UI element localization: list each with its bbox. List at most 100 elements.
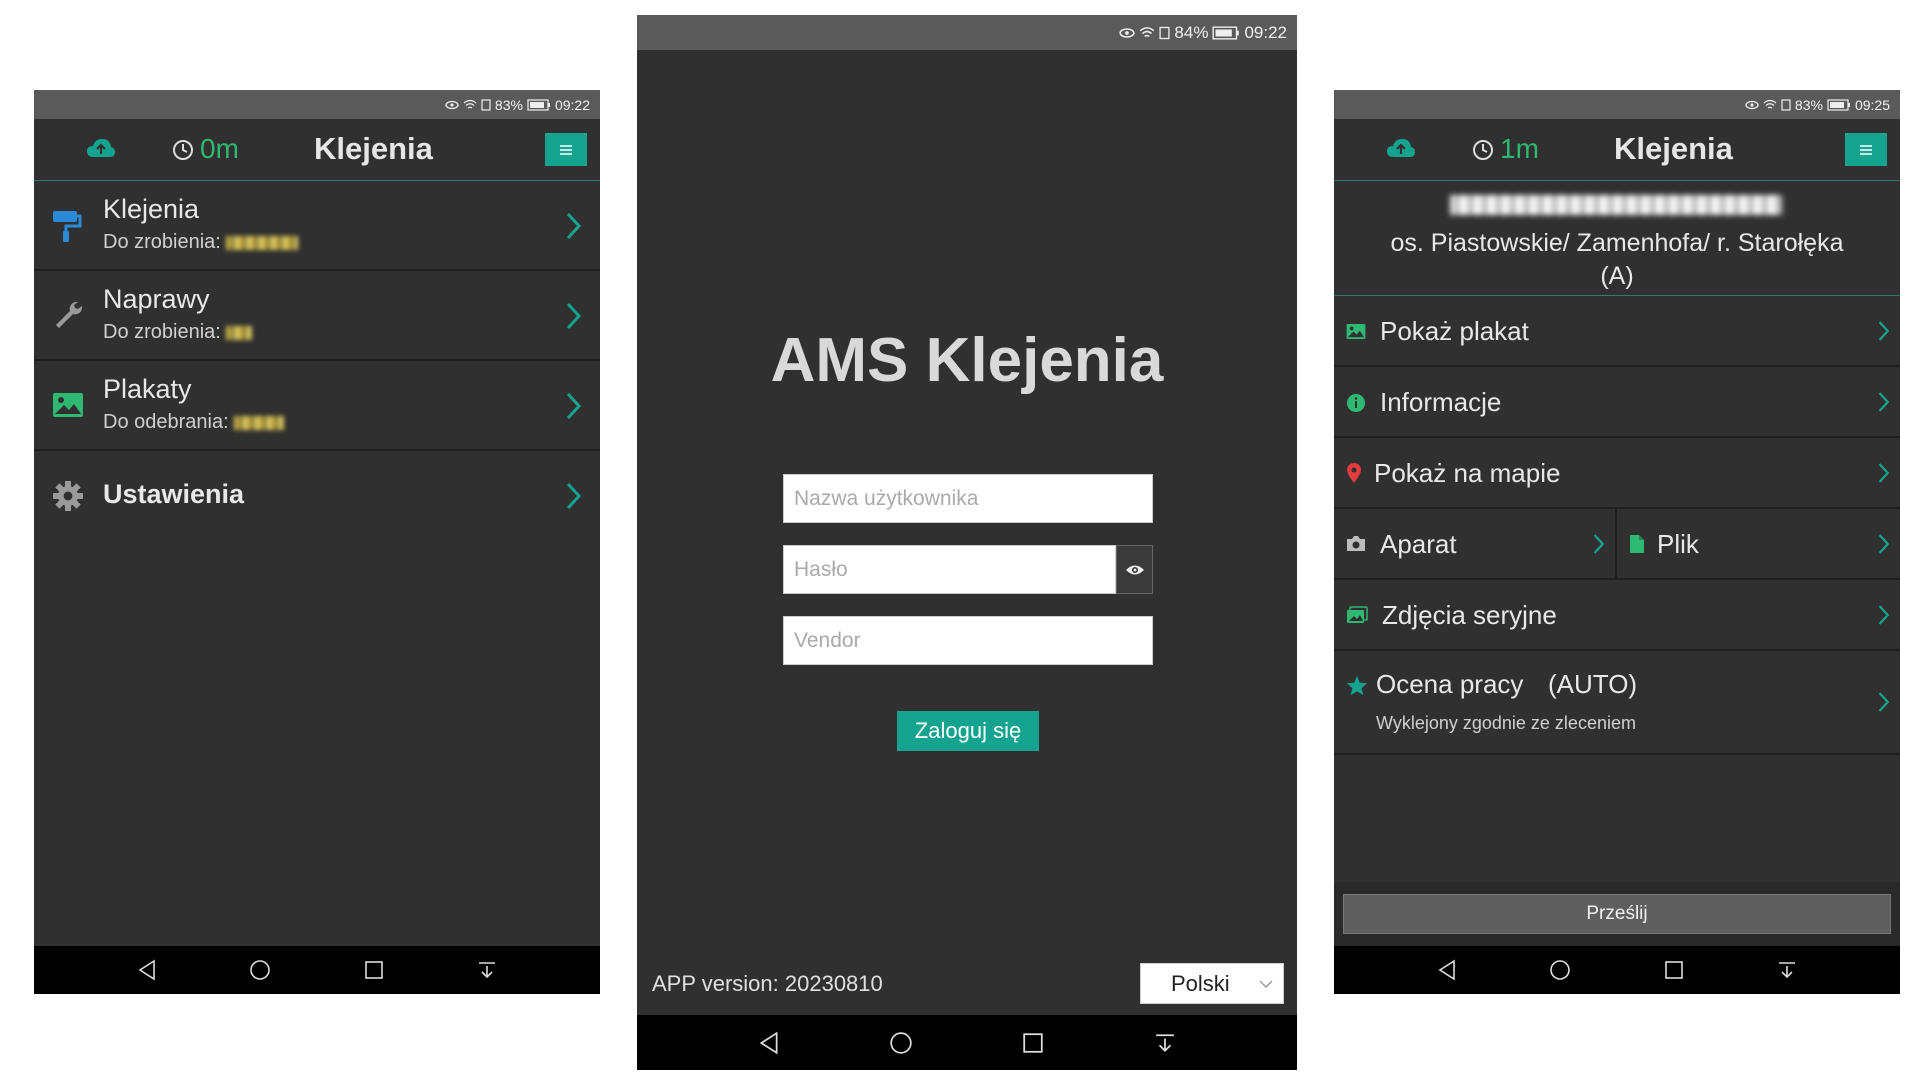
app-title: Klejenia [314, 131, 433, 166]
eye-icon [1745, 99, 1759, 111]
menu-row-sub: Do odebrania: [103, 411, 285, 434]
home-nav-icon[interactable] [240, 950, 280, 990]
notification-pull-icon[interactable] [467, 950, 507, 990]
sub-label: Do zrobienia: [103, 231, 221, 253]
back-nav-icon[interactable] [749, 1023, 789, 1063]
menu-row-ustawienia[interactable]: Ustawienia [34, 451, 600, 541]
system-nav-bar [637, 1015, 1297, 1070]
redacted-location-name [1450, 195, 1782, 215]
recents-nav-icon[interactable] [1654, 950, 1694, 990]
row-show-on-map[interactable]: Pokaż na mapie [1334, 438, 1900, 509]
location-address: os. Piastowskie/ Zamenhofa/ r. Starołęka [1390, 229, 1844, 257]
row-show-poster[interactable]: Pokaż plakat [1334, 296, 1900, 367]
battery-percent: 83% [494, 96, 523, 113]
clock-icon [1472, 139, 1494, 166]
redacted-count [234, 415, 285, 430]
back-nav-icon[interactable] [1427, 950, 1467, 990]
menu-icon [1860, 144, 1872, 155]
chevron-right-icon [1593, 533, 1605, 560]
rating-label: Ocena pracy [1376, 669, 1524, 699]
timer-value: 0m [200, 133, 239, 164]
rating-mode: (AUTO) [1548, 669, 1638, 699]
left-phone: 83% 09:22 0m Klejenia Klejenia Do zrobie… [34, 90, 600, 994]
password-field[interactable]: Hasło [783, 545, 1116, 594]
sim-icon [481, 98, 491, 111]
submit-button[interactable]: Prześlij [1343, 894, 1891, 934]
chevron-right-icon [1878, 320, 1890, 347]
file-icon [1629, 534, 1645, 559]
hamburger-menu-button[interactable] [1845, 133, 1887, 166]
recents-nav-icon[interactable] [1013, 1023, 1053, 1063]
cloud-upload-icon[interactable] [1386, 137, 1416, 166]
clock-icon [172, 139, 194, 166]
timer-value: 1m [1500, 133, 1539, 164]
redacted-text [1450, 195, 1782, 215]
info-icon [1346, 393, 1366, 418]
chevron-right-icon [566, 302, 582, 335]
notification-pull-icon[interactable] [1145, 1023, 1185, 1063]
login-title: AMS Klejenia [770, 326, 1164, 395]
middle-phone: 84% 09:22 AMS Klejenia Nazwa użytkownika… [637, 15, 1297, 1070]
eye-icon [1125, 565, 1144, 574]
location-header: os. Piastowskie/ Zamenhofa/ r. Starołęka… [1334, 181, 1900, 296]
language-select[interactable]: Polski [1140, 963, 1284, 1004]
cloud-upload-icon[interactable] [86, 137, 116, 166]
redacted-count [226, 325, 253, 340]
status-bar: 83% 09:22 [34, 90, 600, 119]
row-camera-file: Aparat Plik [1334, 509, 1900, 580]
sim-icon [1781, 98, 1791, 111]
menu-row-sub: Do zrobienia: [103, 321, 253, 344]
menu-row-sub: Do zrobienia: [103, 231, 299, 254]
battery-icon [1827, 98, 1851, 111]
eye-icon [445, 99, 459, 111]
chevron-right-icon [1878, 604, 1890, 631]
status-time: 09:22 [1244, 22, 1287, 42]
paint-roller-icon [52, 209, 82, 248]
redacted-count [226, 235, 299, 250]
menu-row-label: Ustawienia [103, 479, 245, 509]
password-placeholder: Hasło [794, 557, 848, 581]
username-field[interactable]: Nazwa użytkownika [783, 474, 1153, 523]
home-nav-icon[interactable] [881, 1023, 921, 1063]
rating-description: Wyklejony zgodnie ze zleceniem [1376, 713, 1636, 733]
row-work-rating[interactable]: Ocena pracy (AUTO) Wyklejony zgodnie ze … [1334, 651, 1900, 755]
sim-icon [1159, 26, 1170, 40]
file-button[interactable]: Plik [1617, 509, 1900, 578]
camera-button[interactable]: Aparat [1334, 509, 1617, 578]
recents-nav-icon[interactable] [354, 950, 394, 990]
chevron-right-icon [1878, 391, 1890, 418]
chevron-right-icon [1878, 462, 1890, 489]
app-title: Klejenia [1614, 131, 1733, 166]
row-label: Aparat [1380, 529, 1457, 559]
notification-pull-icon[interactable] [1767, 950, 1807, 990]
location-code: (A) [1600, 262, 1634, 290]
gear-icon [52, 480, 84, 517]
row-information[interactable]: Informacje [1334, 367, 1900, 438]
menu-row-klejenia[interactable]: Klejenia Do zrobienia: [34, 181, 600, 271]
menu-row-naprawy[interactable]: Naprawy Do zrobienia: [34, 271, 600, 361]
battery-percent: 84% [1174, 22, 1209, 42]
row-label: Plik [1657, 529, 1699, 559]
system-nav-bar [1334, 946, 1900, 994]
chevron-down-icon [1259, 976, 1273, 994]
wifi-icon [1763, 99, 1777, 111]
row-label: Informacje [1380, 387, 1502, 417]
vendor-placeholder: Vendor [794, 628, 861, 652]
login-button[interactable]: Zaloguj się [897, 711, 1039, 751]
username-placeholder: Nazwa użytkownika [794, 486, 979, 510]
vendor-field[interactable]: Vendor [783, 616, 1153, 665]
image-icon [52, 392, 84, 423]
language-value: Polski [1171, 971, 1230, 996]
wrench-icon [52, 299, 84, 336]
hamburger-menu-button[interactable] [545, 133, 587, 166]
bottom-panel: Prześlij [1334, 882, 1900, 946]
menu-row-plakaty[interactable]: Plakaty Do odebrania: [34, 361, 600, 451]
map-pin-icon [1346, 462, 1362, 489]
back-nav-icon[interactable] [127, 950, 167, 990]
show-password-button[interactable] [1116, 545, 1153, 594]
wifi-icon [463, 99, 477, 111]
row-serial-photos[interactable]: Zdjęcia seryjne [1334, 580, 1900, 651]
home-nav-icon[interactable] [1540, 950, 1580, 990]
row-label: Pokaż na mapie [1374, 458, 1561, 488]
images-icon [1346, 606, 1368, 629]
